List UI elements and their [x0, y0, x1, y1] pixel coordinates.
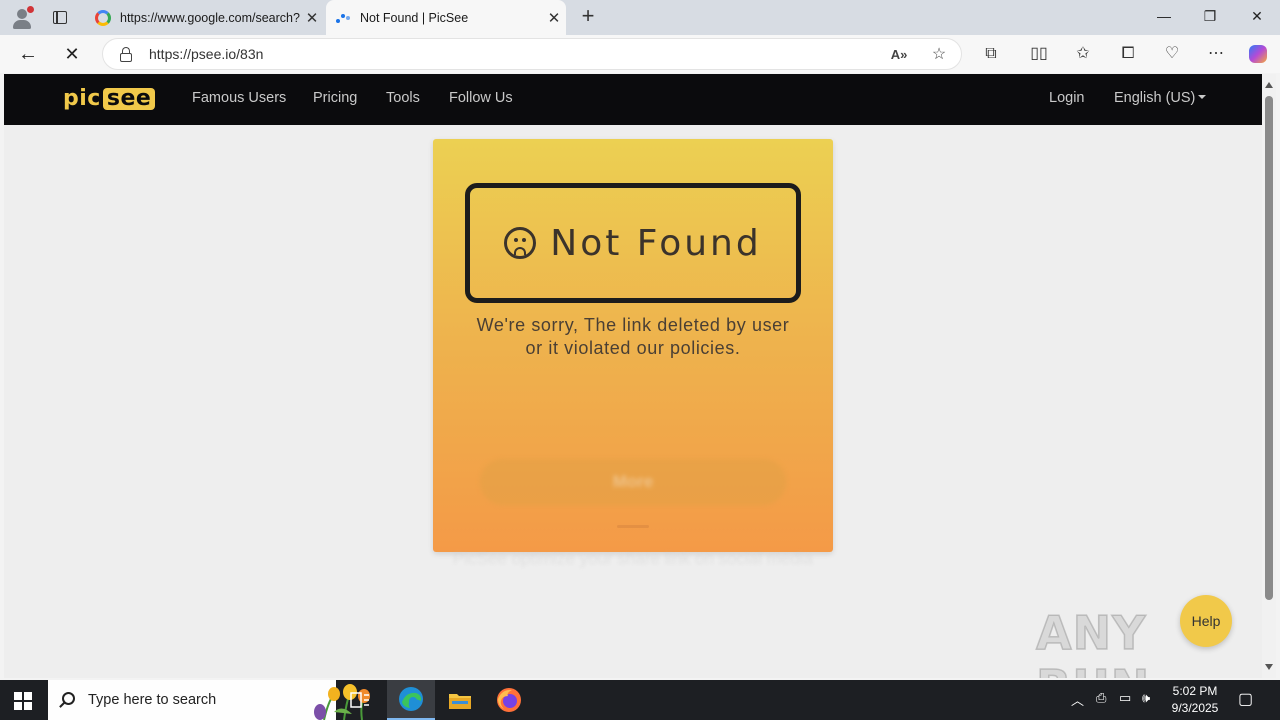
windows-start-icon[interactable] — [14, 692, 32, 710]
logo-pic: pic — [63, 86, 101, 111]
not-found-card: Not Found We're sorry, The link deleted … — [433, 139, 833, 552]
search-placeholder: Type here to search — [88, 692, 217, 708]
file-explorer-icon[interactable] — [436, 680, 484, 720]
network-icon[interactable]: ▭ — [1119, 690, 1131, 706]
not-found-box: Not Found — [465, 183, 801, 303]
picsee-logo[interactable]: pic see — [63, 86, 156, 111]
profile-avatar-icon[interactable] — [10, 6, 34, 30]
vertical-scrollbar[interactable] — [1262, 74, 1276, 678]
address-text[interactable]: https://psee.io/83n — [149, 46, 263, 62]
address-bar[interactable]: https://psee.io/83n A» ☆ — [102, 38, 962, 70]
collections-icon[interactable]: ⧠ — [1116, 42, 1140, 66]
tab-google-search[interactable]: https://www.google.com/search?q ✕ — [86, 0, 324, 35]
new-tab-button[interactable]: + — [576, 5, 600, 29]
divider — [617, 525, 649, 528]
search-icon — [62, 692, 75, 705]
browser-tab-strip: https://www.google.com/search?q ✕ Not Fo… — [0, 0, 1280, 35]
edge-browser-icon[interactable] — [387, 680, 435, 720]
volume-icon[interactable]: 🕪 — [1142, 690, 1150, 706]
back-button[interactable]: ← — [14, 40, 42, 68]
not-found-heading: Not Found — [550, 222, 762, 264]
system-clock[interactable]: 5:02 PM 9/3/2025 — [1164, 683, 1226, 717]
notifications-icon[interactable]: ▢ — [1238, 689, 1253, 709]
page-viewport: pic see Famous Users Pricing Tools Follo… — [4, 74, 1262, 678]
tab-title: Not Found | PicSee — [360, 10, 469, 25]
extensions-icon[interactable]: ⧉ — [979, 42, 1003, 66]
settings-more-icon[interactable]: ⋯ — [1204, 42, 1228, 66]
tab-title: https://www.google.com/search?q — [120, 10, 300, 25]
taskbar-search-box[interactable]: Type here to search — [48, 680, 370, 720]
task-view-icon[interactable] — [336, 680, 384, 720]
language-label: English (US) — [1114, 90, 1196, 106]
scroll-down-arrow-icon[interactable] — [1265, 664, 1273, 670]
site-navbar: pic see Famous Users Pricing Tools Follo… — [4, 74, 1262, 125]
read-aloud-icon[interactable]: A» — [889, 45, 909, 65]
tray-overflow-chevron-icon[interactable]: ︿ — [1071, 690, 1084, 709]
browser-toolbar: ← ✕ https://psee.io/83n A» ☆ ⧉ ▯▯ ✩ ⧠ ♡ … — [0, 35, 1280, 73]
language-selector[interactable]: English (US) — [1114, 90, 1207, 106]
stop-loading-button[interactable]: ✕ — [58, 40, 86, 68]
close-tab-icon[interactable]: ✕ — [542, 9, 566, 27]
tab-picsee-not-found[interactable]: Not Found | PicSee ✕ — [326, 0, 566, 35]
help-button[interactable]: Help — [1180, 595, 1232, 647]
nav-famous-users[interactable]: Famous Users — [192, 90, 286, 106]
split-screen-icon[interactable]: ▯▯ — [1027, 42, 1051, 66]
restore-button[interactable]: ❐ — [1187, 0, 1233, 35]
tray-device-icon[interactable]: ⎙ — [1096, 690, 1106, 706]
sad-face-icon — [504, 226, 537, 259]
logo-see: see — [102, 88, 156, 110]
site-info-lock-icon[interactable] — [119, 47, 133, 62]
clock-time: 5:02 PM — [1172, 684, 1218, 698]
error-message-line-1: We're sorry, The link deleted by user — [476, 315, 790, 335]
favorites-icon[interactable]: ✩ — [1071, 42, 1095, 66]
firefox-icon[interactable] — [485, 680, 533, 720]
windows-taskbar: Type here to search ︿ ⎙ ▭ 🕪 5:02 PM 9/3/… — [0, 680, 1280, 720]
browser-essentials-icon[interactable]: ♡ — [1160, 42, 1184, 66]
clock-date: 9/3/2025 — [1171, 701, 1219, 715]
scrollbar-thumb[interactable] — [1265, 96, 1273, 600]
nav-pricing[interactable]: Pricing — [313, 90, 357, 106]
close-window-button[interactable]: ✕ — [1234, 0, 1280, 35]
tab-actions-icon[interactable] — [50, 8, 70, 28]
loading-icon — [335, 10, 351, 26]
scroll-up-arrow-icon[interactable] — [1265, 82, 1273, 88]
minimize-button[interactable]: — — [1141, 0, 1187, 35]
more-button[interactable]: More — [480, 459, 786, 505]
close-tab-icon[interactable]: ✕ — [300, 9, 324, 27]
nav-tools[interactable]: Tools — [386, 90, 420, 106]
caret-down-icon — [1198, 95, 1207, 99]
nav-login[interactable]: Login — [1049, 90, 1084, 106]
nav-follow-us[interactable]: Follow Us — [449, 90, 513, 106]
favorite-star-icon[interactable]: ☆ — [929, 45, 949, 65]
error-message-line-2: or it violated our policies. — [525, 338, 741, 358]
google-icon — [95, 9, 111, 26]
copilot-icon[interactable] — [1246, 42, 1270, 66]
error-message: We're sorry, The link deleted by user or… — [453, 314, 813, 360]
tagline: PicSee optimize your share link on socia… — [453, 549, 814, 568]
